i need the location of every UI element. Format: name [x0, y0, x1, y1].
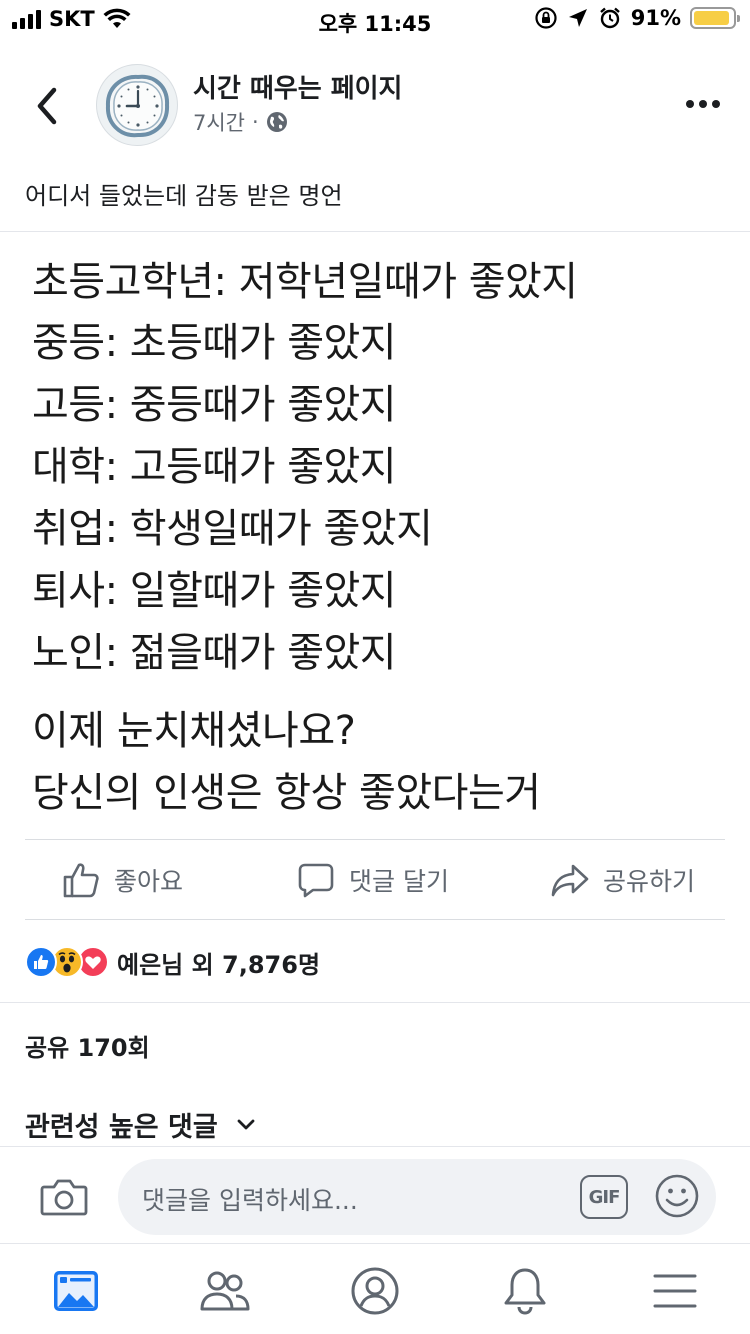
menu-icon	[653, 1274, 697, 1308]
divider	[25, 919, 725, 920]
like-button[interactable]: 좋아요	[62, 860, 183, 900]
image-text-line: 초등고학년: 저학년일때가 좋았지	[32, 259, 578, 305]
bell-icon	[504, 1268, 546, 1315]
more-options-button[interactable]	[686, 92, 720, 116]
comment-button[interactable]: 댓글 달기	[297, 860, 449, 900]
share-count[interactable]: 공유 170회	[25, 1028, 150, 1063]
post-time[interactable]: 7시간	[193, 107, 245, 137]
like-label: 좋아요	[114, 867, 184, 896]
post-actions: 좋아요 댓글 달기 공유하기	[0, 840, 750, 919]
clock-icon	[105, 74, 170, 138]
battery-icon	[690, 7, 740, 29]
more-dot	[699, 100, 707, 108]
friends-icon	[200, 1271, 250, 1311]
profile-icon	[351, 1267, 399, 1315]
post-image[interactable]: 초등고학년: 저학년일때가 좋았지 중등: 초등때가 좋았지 고등: 중등때가 …	[0, 232, 750, 818]
chevron-down-icon	[237, 1119, 255, 1129]
image-text-line: 취업: 학생일때가 좋았지	[32, 506, 433, 552]
comment-bubble-icon	[298, 863, 334, 898]
location-icon	[568, 9, 587, 27]
more-dot	[686, 100, 694, 108]
alarm-icon	[599, 7, 620, 29]
page-name[interactable]: 시간 때우는 페이지	[193, 68, 402, 105]
nav-friends[interactable]	[199, 1265, 251, 1317]
thumbs-up-icon	[63, 863, 99, 898]
image-text-line: 중등: 초등때가 좋았지	[32, 320, 397, 366]
emoji-icon[interactable]	[654, 1173, 700, 1219]
image-text-line: 당신의 인생은 항상 좋았다는거	[32, 770, 541, 816]
comment-composer: 댓글을 입력하세요... GIF	[0, 1146, 750, 1244]
nav-profile[interactable]	[349, 1265, 401, 1317]
post-caption: 어디서 들었는데 감동 받은 명언	[25, 182, 343, 210]
image-text-line: 고등: 중등때가 좋았지	[32, 382, 397, 428]
gif-button[interactable]: GIF	[580, 1175, 628, 1219]
image-text-line: 이제 눈치채셨나요?	[32, 708, 356, 754]
image-text-line: 퇴사: 일할때가 좋았지	[32, 568, 397, 614]
meta-separator: ·	[252, 110, 259, 134]
comment-sort-label: 관련성 높은 댓글	[25, 1112, 218, 1143]
globe-icon	[266, 112, 287, 132]
nav-menu[interactable]	[649, 1265, 701, 1317]
battery-fill	[694, 11, 729, 25]
post-header: 시간 때우는 페이지 7시간 ·	[0, 58, 750, 154]
reactions-text: 예은님 외 7,876명	[117, 950, 321, 979]
comment-input[interactable]: 댓글을 입력하세요... GIF	[118, 1159, 716, 1235]
like-icon	[25, 946, 57, 978]
news-feed-icon	[54, 1271, 98, 1311]
image-text-line: 노인: 젊을때가 좋았지	[32, 630, 397, 676]
share-button[interactable]: 공유하기	[551, 860, 695, 900]
share-arrow-icon	[551, 864, 589, 897]
rotation-lock-icon	[535, 7, 557, 29]
chevron-left-icon[interactable]	[30, 84, 64, 128]
comment-sort-dropdown[interactable]: 관련성 높은 댓글	[25, 1105, 256, 1144]
reactions-summary[interactable]: 예은님 외 7,876명	[25, 942, 320, 982]
comment-placeholder: 댓글을 입력하세요...	[142, 1186, 358, 1215]
share-label: 공유하기	[603, 867, 696, 896]
status-bar: SKT 오후 11:45 91%	[0, 0, 750, 40]
page-avatar[interactable]	[96, 64, 178, 146]
camera-icon[interactable]	[40, 1177, 88, 1217]
divider	[0, 1002, 750, 1003]
battery-percent: 91%	[630, 6, 681, 30]
image-text-line: 대학: 고등때가 좋았지	[32, 444, 397, 490]
comment-label: 댓글 달기	[349, 867, 449, 896]
more-dot	[712, 100, 720, 108]
bottom-navigation	[0, 1245, 750, 1334]
post-meta: 7시간 ·	[193, 107, 288, 137]
status-right: 91%	[534, 6, 740, 30]
nav-notifications[interactable]	[499, 1265, 551, 1317]
nav-news-feed[interactable]	[50, 1265, 102, 1317]
